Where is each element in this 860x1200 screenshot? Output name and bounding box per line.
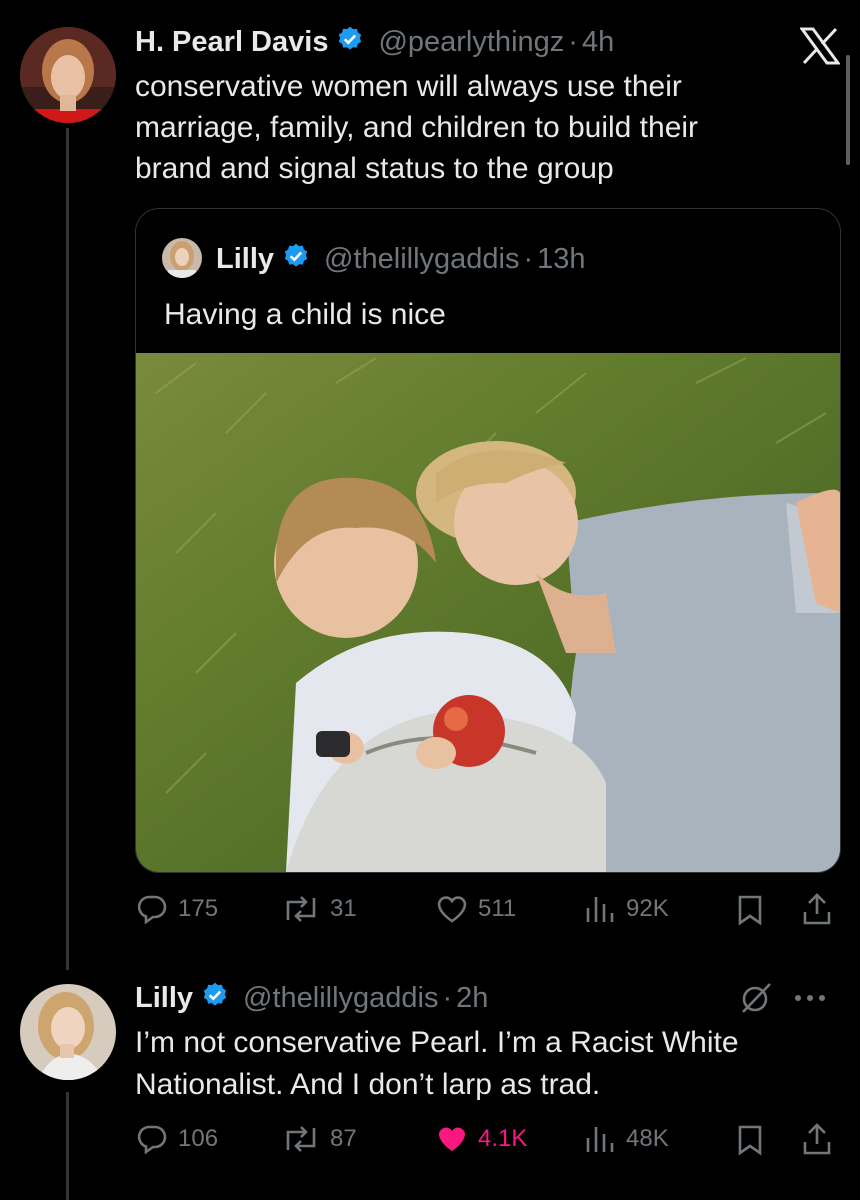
separator: · [523,242,534,275]
heart-icon [437,896,467,923]
share-button[interactable] [802,1122,832,1156]
quoted-avatar [162,238,202,278]
avatar[interactable] [20,27,116,123]
quoted-photo[interactable] [136,353,840,872]
quoted-timestamp: 13h [537,242,586,275]
quoted-header: Lilly @thelillygaddis · 13h [216,241,586,277]
bookmark-button[interactable] [736,1124,764,1156]
tweet-text-line: brand and signal status to the group [135,152,614,185]
views-count: 92K [626,895,669,922]
share-icon [803,1123,831,1155]
repost-count: 87 [330,1125,357,1152]
repost-button[interactable]: 87 [282,1124,357,1154]
tweet-actions: 175 31 511 92K [0,888,860,930]
share-icon [803,893,831,925]
scrollbar[interactable] [846,55,850,165]
reply-button[interactable]: 175 [136,894,218,924]
author-handle[interactable]: @thelillygaddis [243,982,438,1015]
grok-icon[interactable] [738,980,774,1016]
tweet-text: conservative women will always use their… [135,66,835,189]
like-button[interactable]: 4.1K [436,1124,527,1154]
separator: · [568,25,578,58]
tweet-text-line: conservative women will always use their [135,70,682,103]
x-logo-icon [799,27,841,65]
tweet-header: H. Pearl Davis @pearlythingz · 4h [135,24,614,60]
bookmark-icon [738,1125,762,1156]
verified-badge-icon [201,981,229,1017]
tweet-header: Lilly @thelillygaddis · 2h [135,980,488,1016]
tweet-text-line: I’m not conservative Pearl. I’m a Racist… [135,1026,739,1059]
timestamp[interactable]: 4h [582,26,614,59]
reply-count: 175 [178,895,219,922]
heart-filled-icon [439,1127,465,1151]
repost-icon [286,1126,316,1152]
author-name[interactable]: Lilly [135,982,193,1015]
reply-icon [137,1125,167,1154]
author-handle[interactable]: @pearlythingz [378,26,564,59]
tweet-text-line: marriage, family, and children to build … [135,111,699,144]
reply-icon [137,895,167,924]
timestamp[interactable]: 2h [456,982,488,1015]
share-button[interactable] [802,892,832,926]
reply-count: 106 [178,1125,219,1152]
views-count: 48K [626,1125,669,1152]
views-button[interactable]: 48K [584,1124,669,1154]
like-button[interactable]: 511 [436,894,516,924]
views-icon [586,897,614,922]
tweet-text-line: Nationalist. And I don’t larp as trad. [135,1068,601,1101]
like-count: 511 [478,895,517,922]
more-options-icon[interactable] [790,990,830,1006]
author-name[interactable]: H. Pearl Davis [135,26,328,59]
avatar[interactable] [20,984,116,1080]
repost-button[interactable]: 31 [282,894,357,924]
verified-badge-icon [282,242,310,278]
quoted-handle: @thelillygaddis [324,242,520,275]
separator: · [442,981,453,1014]
repost-icon [286,896,316,922]
bookmark-button[interactable] [736,894,764,926]
thread-line-top [66,128,69,970]
bookmark-icon [738,895,762,926]
quoted-author-name: Lilly [216,242,275,275]
views-icon [586,1127,614,1152]
like-count: 4.1K [478,1125,528,1152]
quoted-tweet[interactable]: Lilly @thelillygaddis · 13h Having a chi… [135,208,841,873]
tweet-text: I’m not conservative Pearl. I’m a Racist… [135,1022,835,1106]
repost-count: 31 [330,895,357,922]
reply-button[interactable]: 106 [136,1124,218,1154]
quoted-text: Having a child is nice [164,298,446,331]
views-button[interactable]: 92K [584,894,669,924]
tweet-actions: 106 87 4.1K 48K [0,1118,860,1160]
verified-badge-icon [336,25,364,61]
